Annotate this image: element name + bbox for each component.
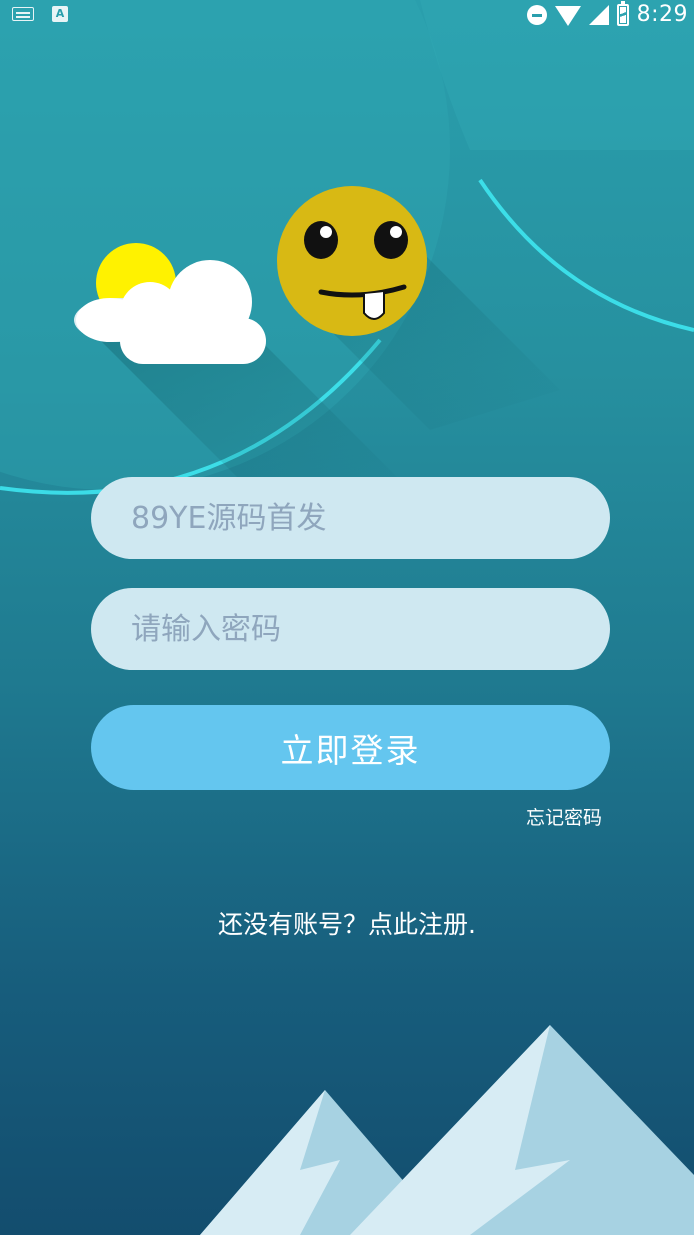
- username-input[interactable]: [129, 499, 610, 537]
- register-link[interactable]: 还没有账号？点此注册.: [0, 905, 694, 941]
- smiley-emoji-icon: [277, 186, 427, 336]
- battery-icon: [616, 0, 629, 26]
- do-not-disturb-icon: [526, 4, 547, 25]
- status-bar: A 8:29: [0, 0, 694, 32]
- password-input[interactable]: [129, 610, 610, 648]
- login-button[interactable]: 立即登录: [91, 705, 610, 790]
- forgot-password-link[interactable]: 忘记密码: [526, 803, 602, 830]
- a-icon: A: [52, 6, 68, 22]
- status-time: 8:29: [636, 2, 688, 27]
- signal-icon: [588, 4, 609, 25]
- keyboard-icon: [12, 7, 34, 21]
- weather-cloud-sun-icon: [74, 243, 266, 364]
- username-field[interactable]: [91, 477, 610, 559]
- wifi-icon: [554, 5, 581, 26]
- mountains-illustration: [200, 1025, 694, 1235]
- password-field[interactable]: [91, 588, 610, 670]
